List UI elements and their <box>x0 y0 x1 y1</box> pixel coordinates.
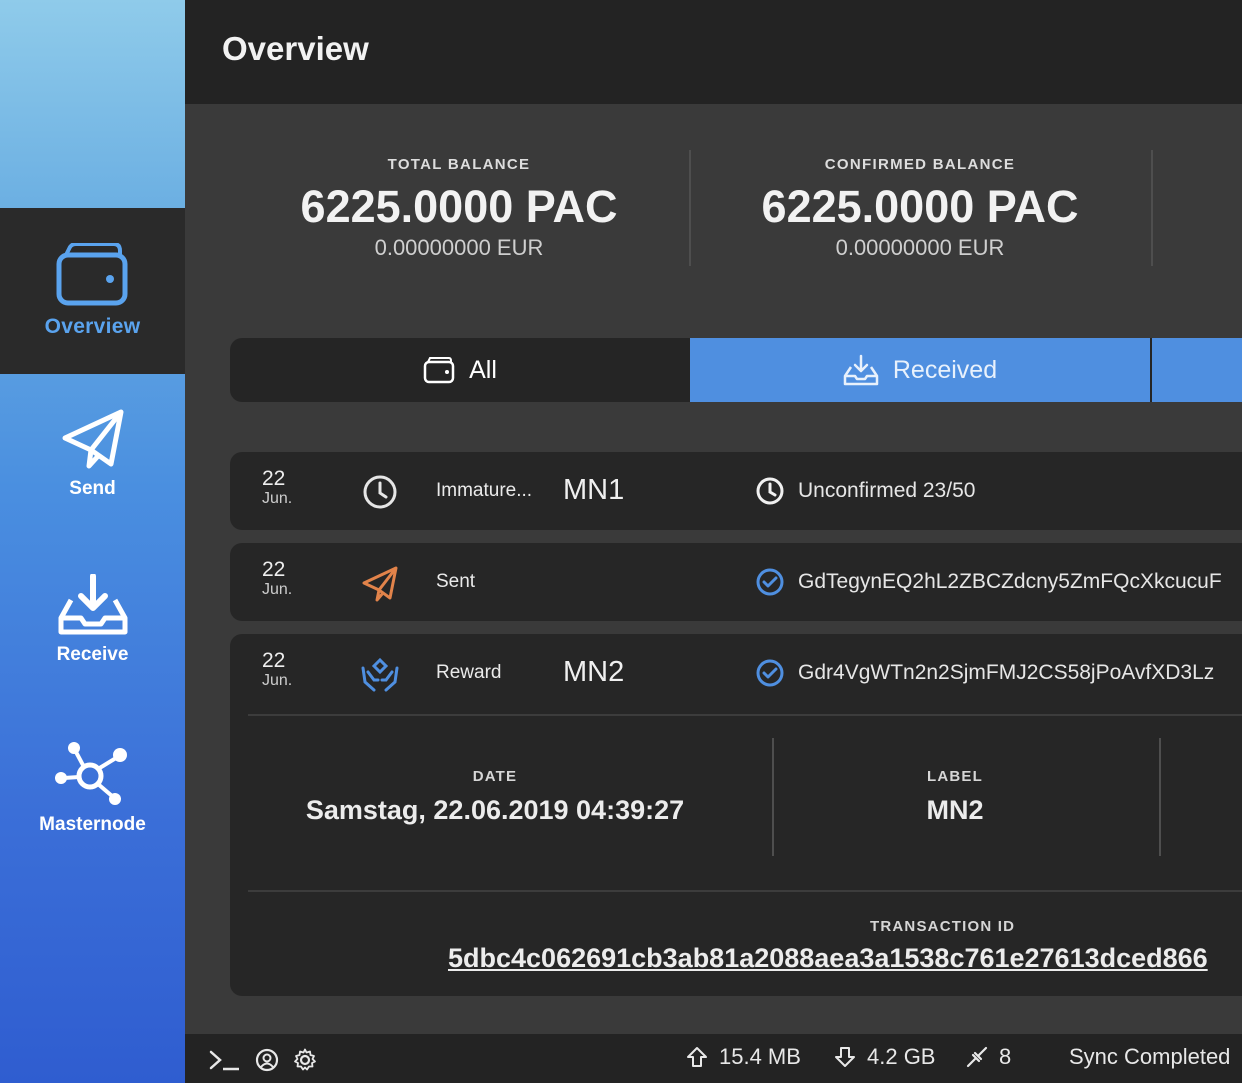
transaction-details: DATE Samstag, 22.06.2019 04:39:27 LABEL … <box>230 712 1242 996</box>
wallet-icon <box>56 243 127 306</box>
sidebar-item-label: Masternode <box>39 814 146 835</box>
upload-stat: 15.4 MB <box>685 1044 801 1070</box>
total-balance-caption: TOTAL BALANCE <box>387 156 531 173</box>
tab-sent[interactable] <box>1152 338 1242 402</box>
confirmed-balance: CONFIRMED BALANCE 6225.0000 PAC 0.000000… <box>690 156 1150 261</box>
confirmed-balance-fiat: 0.00000000 EUR <box>835 235 1005 260</box>
page-title: Overview <box>222 30 369 67</box>
tab-received[interactable]: Received <box>690 338 1150 402</box>
check-circle-icon <box>756 568 784 596</box>
upload-arrow-icon <box>687 1047 707 1067</box>
peers-stat: 8 <box>965 1044 1011 1070</box>
table-row[interactable]: 22 Jun. Reward MN2 Gdr4VgWTn2n2SjmFMJ2CS… <box>230 634 1242 712</box>
detail-label-caption: LABEL <box>927 768 983 785</box>
console-button[interactable] <box>209 1048 251 1072</box>
tx-label: MN1 <box>563 474 625 506</box>
transaction-card[interactable]: 22 Jun. Immature... MN1 Unconfirmed 23/5… <box>230 452 1242 530</box>
download-arrow-icon <box>835 1047 855 1067</box>
tab-all[interactable]: All <box>230 338 690 402</box>
divider <box>772 738 774 856</box>
detail-date-value: Samstag, 22.06.2019 04:39:27 <box>305 795 685 825</box>
user-circle-icon <box>255 1048 279 1072</box>
masternode-icon <box>54 742 127 805</box>
clock-icon <box>363 475 397 509</box>
tx-type: Sent <box>436 571 476 592</box>
tx-type: Immature... <box>436 480 533 501</box>
tx-month: Jun. <box>262 490 293 507</box>
connection-icon <box>966 1046 988 1068</box>
inbox-download-icon <box>843 354 879 386</box>
receive-icon <box>58 574 127 635</box>
clock-icon <box>756 477 784 505</box>
terminal-icon <box>209 1050 239 1071</box>
divider <box>248 714 1242 716</box>
divider <box>1151 150 1153 266</box>
transaction-card-expanded[interactable]: 22 Jun. Reward MN2 Gdr4VgWTn2n2SjmFMJ2CS… <box>230 634 1242 996</box>
total-balance-amount: 6225.0000 PAC <box>300 181 618 232</box>
sidebar-item-label: Receive <box>56 644 129 665</box>
account-button[interactable] <box>255 1048 289 1072</box>
detail-transaction-id: TRANSACTION ID 5dbc4c062691cb3ab81a2088a… <box>448 918 1242 974</box>
sidebar: Overview Send Receive Masternode <box>0 0 185 1083</box>
total-balance: TOTAL BALANCE 6225.0000 PAC 0.00000000 E… <box>229 156 689 261</box>
transaction-filter-tabs: All Received <box>230 338 1242 402</box>
tx-month: Jun. <box>262 581 293 598</box>
sidebar-item-label: Overview <box>44 315 141 338</box>
download-value: 4.2 GB <box>867 1044 936 1069</box>
reward-hands-icon <box>361 657 399 692</box>
gear-icon <box>294 1048 316 1071</box>
peers-value: 8 <box>999 1044 1012 1069</box>
status-bar: 15.4 MB 4.2 GB 8 Sync Completed <box>185 1034 1242 1083</box>
tx-status: Unconfirmed 23/50 <box>798 479 976 502</box>
tx-day: 22 <box>262 467 286 490</box>
balance-panel: TOTAL BALANCE 6225.0000 PAC 0.00000000 E… <box>185 104 1242 304</box>
tx-day: 22 <box>262 649 286 672</box>
tx-date: 22 Jun. <box>262 559 292 598</box>
sidebar-item-masternode[interactable]: Masternode <box>0 740 185 836</box>
total-balance-fiat: 0.00000000 EUR <box>374 235 544 260</box>
tx-date: 22 Jun. <box>262 468 292 507</box>
tab-received-label: Received <box>892 355 998 384</box>
detail-date: DATE Samstag, 22.06.2019 04:39:27 <box>270 768 720 826</box>
tx-type: Reward <box>436 662 502 683</box>
tx-day: 22 <box>262 558 286 581</box>
tx-address: GdTegynEQ2hL2ZBCZdcny5ZmFQcXkcucuF <box>798 570 1222 593</box>
sidebar-item-send[interactable]: Send <box>0 408 185 500</box>
confirmed-balance-caption: CONFIRMED BALANCE <box>824 156 1016 173</box>
page-header: Overview <box>185 0 1242 104</box>
send-icon <box>62 409 123 469</box>
detail-date-caption: DATE <box>472 768 518 785</box>
logo-area <box>0 0 185 208</box>
send-icon <box>362 566 398 602</box>
sidebar-item-receive[interactable]: Receive <box>0 574 185 666</box>
upload-value: 15.4 MB <box>719 1044 801 1069</box>
detail-label-value: MN2 <box>926 795 984 825</box>
download-stat: 4.2 GB <box>833 1044 935 1070</box>
table-row[interactable]: 22 Jun. Immature... MN1 Unconfirmed 23/5… <box>230 452 1242 530</box>
check-circle-icon <box>756 659 784 687</box>
divider <box>248 890 1242 892</box>
transaction-id-link[interactable]: 5dbc4c062691cb3ab81a2088aea3a1538c761e27… <box>448 943 1242 974</box>
tx-month: Jun. <box>262 672 293 689</box>
tx-date: 22 Jun. <box>262 650 292 689</box>
sidebar-item-overview[interactable]: Overview <box>0 208 185 374</box>
tx-address: Gdr4VgWTn2n2SjmFMJ2CS58jPoAvfXD3Lz <box>798 661 1215 684</box>
detail-txid-caption: TRANSACTION ID <box>870 918 1016 935</box>
wallet-small-icon <box>423 357 455 384</box>
sync-status-text: Sync Completed <box>1069 1044 1231 1069</box>
divider <box>1159 738 1161 856</box>
table-row[interactable]: 22 Jun. Sent GdTegynEQ2hL2ZBCZdcny5ZmFQc… <box>230 543 1242 621</box>
transaction-card[interactable]: 22 Jun. Sent GdTegynEQ2hL2ZBCZdcny5ZmFQc… <box>230 543 1242 621</box>
sync-status: Sync Completed <box>1069 1044 1230 1070</box>
detail-label: LABEL MN2 <box>790 768 1120 826</box>
confirmed-balance-amount: 6225.0000 PAC <box>761 181 1079 232</box>
tx-label: MN2 <box>563 656 625 688</box>
tab-all-label: All <box>469 355 497 384</box>
settings-button[interactable] <box>293 1048 327 1072</box>
sidebar-item-label: Send <box>69 478 116 499</box>
